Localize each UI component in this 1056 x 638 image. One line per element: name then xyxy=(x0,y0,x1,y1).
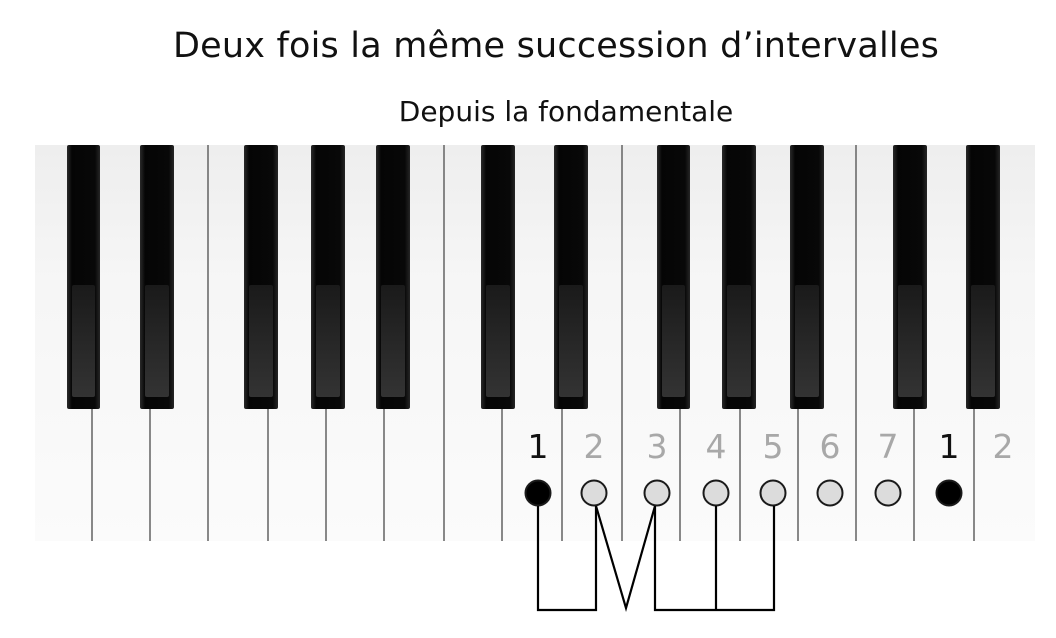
black-key-shine xyxy=(898,285,922,397)
black-key-shine xyxy=(486,285,510,397)
black-key-shine xyxy=(145,285,169,397)
fundamental-dot xyxy=(524,479,552,507)
degree-dot xyxy=(643,479,671,507)
degree-dot xyxy=(759,479,787,507)
black-key-shine xyxy=(662,285,685,397)
black-key-shine xyxy=(795,285,819,397)
piano-keyboard-diagram: 123456712 xyxy=(35,145,1035,612)
degree-dot xyxy=(816,479,844,507)
degree-label: 2 xyxy=(584,427,605,466)
degree-label: 1 xyxy=(939,427,960,466)
degree-label: 4 xyxy=(706,427,727,466)
degree-dot xyxy=(874,479,902,507)
black-key-shine xyxy=(971,285,995,397)
black-key-shine xyxy=(381,285,405,397)
degree-label: 5 xyxy=(763,427,784,466)
degree-dot xyxy=(702,479,730,507)
black-key-shine xyxy=(316,285,340,397)
degree-label: 3 xyxy=(647,427,668,466)
black-key-shine xyxy=(72,285,95,397)
fundamental-dot xyxy=(935,479,963,507)
degree-label: 2 xyxy=(993,427,1014,466)
degree-label: 1 xyxy=(528,427,549,466)
black-key-shine xyxy=(249,285,273,397)
degree-label: 7 xyxy=(878,427,899,466)
degree-label: 6 xyxy=(820,427,841,466)
black-key-shine xyxy=(727,285,751,397)
degree-dot xyxy=(580,479,608,507)
black-key-shine xyxy=(559,285,583,397)
